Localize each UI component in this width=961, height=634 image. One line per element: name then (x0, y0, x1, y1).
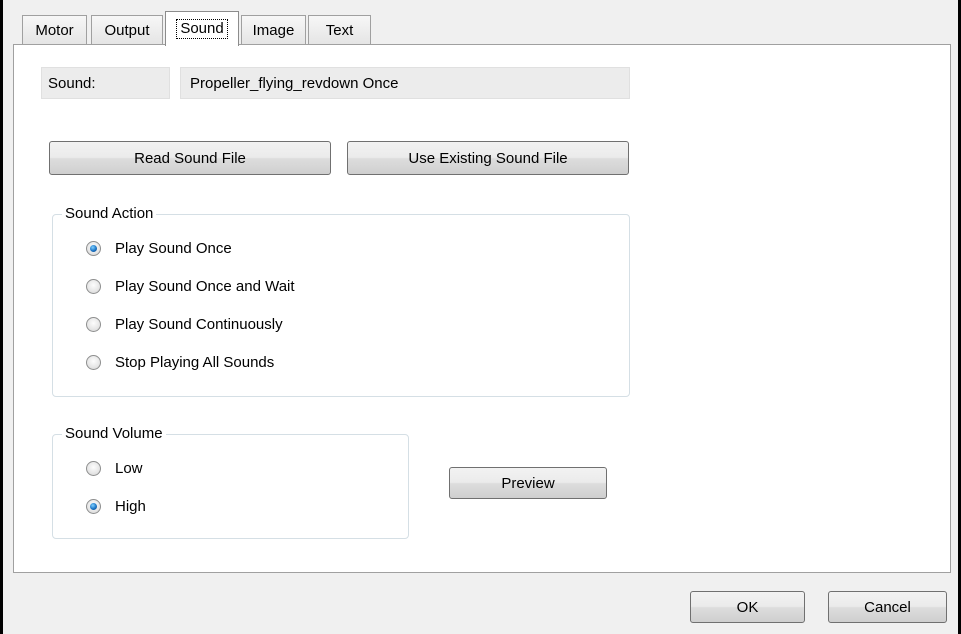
sound-action-group: Sound Action Play Sound Once Play Sound … (52, 204, 630, 397)
tab-output[interactable]: Output (91, 15, 163, 45)
radio-play-sound-continuously[interactable]: Play Sound Continuously (86, 316, 283, 333)
radio-button-icon[interactable] (86, 317, 101, 332)
radio-volume-low-label: Low (115, 460, 143, 477)
radio-button-checked-icon[interactable] (86, 499, 101, 514)
read-sound-file-button[interactable]: Read Sound File (49, 141, 331, 175)
tab-sound-label: Sound (176, 19, 228, 39)
cancel-label: Cancel (864, 598, 911, 616)
cancel-button[interactable]: Cancel (828, 591, 947, 623)
radio-play-sound-once-label: Play Sound Once (115, 240, 232, 257)
use-existing-sound-file-label: Use Existing Sound File (408, 149, 568, 167)
tab-motor[interactable]: Motor (22, 15, 87, 45)
tab-motor-label: Motor (35, 22, 74, 39)
tab-text[interactable]: Text (308, 15, 371, 45)
ok-label: OK (736, 598, 759, 616)
preview-label: Preview (501, 474, 555, 492)
radio-volume-high-label: High (115, 498, 146, 515)
tab-output-label: Output (104, 22, 150, 39)
radio-volume-high[interactable]: High (86, 498, 146, 515)
preview-button[interactable]: Preview (449, 467, 607, 499)
sound-volume-group: Sound Volume Low High (52, 424, 409, 539)
radio-button-checked-icon[interactable] (86, 241, 101, 256)
read-sound-file-label: Read Sound File (134, 149, 246, 167)
radio-play-sound-continuously-label: Play Sound Continuously (115, 316, 283, 333)
radio-button-icon[interactable] (86, 279, 101, 294)
radio-button-icon[interactable] (86, 461, 101, 476)
sound-label-text: Sound: (48, 74, 96, 92)
sound-name-value: Propeller_flying_revdown Once (190, 74, 399, 92)
radio-stop-playing-all-sounds[interactable]: Stop Playing All Sounds (86, 354, 274, 371)
sound-label: Sound: (41, 67, 170, 99)
tab-image-label: Image (252, 22, 295, 39)
sound-properties-dialog: Motor Output Sound Image Text Sound: Pro… (0, 0, 961, 634)
radio-volume-low[interactable]: Low (86, 460, 143, 477)
radio-button-icon[interactable] (86, 355, 101, 370)
sound-action-title: Sound Action (62, 204, 157, 224)
radio-play-sound-once-and-wait[interactable]: Play Sound Once and Wait (86, 278, 295, 295)
sound-tab-page: Sound: Propeller_flying_revdown Once Rea… (13, 44, 951, 573)
radio-play-sound-once[interactable]: Play Sound Once (86, 240, 232, 257)
radio-stop-playing-all-sounds-label: Stop Playing All Sounds (115, 354, 275, 371)
tab-text-label: Text (325, 22, 354, 39)
sound-name-field: Propeller_flying_revdown Once (180, 67, 630, 99)
ok-button[interactable]: OK (690, 591, 805, 623)
tab-image[interactable]: Image (241, 15, 306, 45)
sound-volume-title: Sound Volume (62, 424, 166, 444)
radio-play-sound-once-and-wait-label: Play Sound Once and Wait (115, 278, 295, 295)
use-existing-sound-file-button[interactable]: Use Existing Sound File (347, 141, 629, 175)
tab-sound[interactable]: Sound (165, 11, 239, 46)
